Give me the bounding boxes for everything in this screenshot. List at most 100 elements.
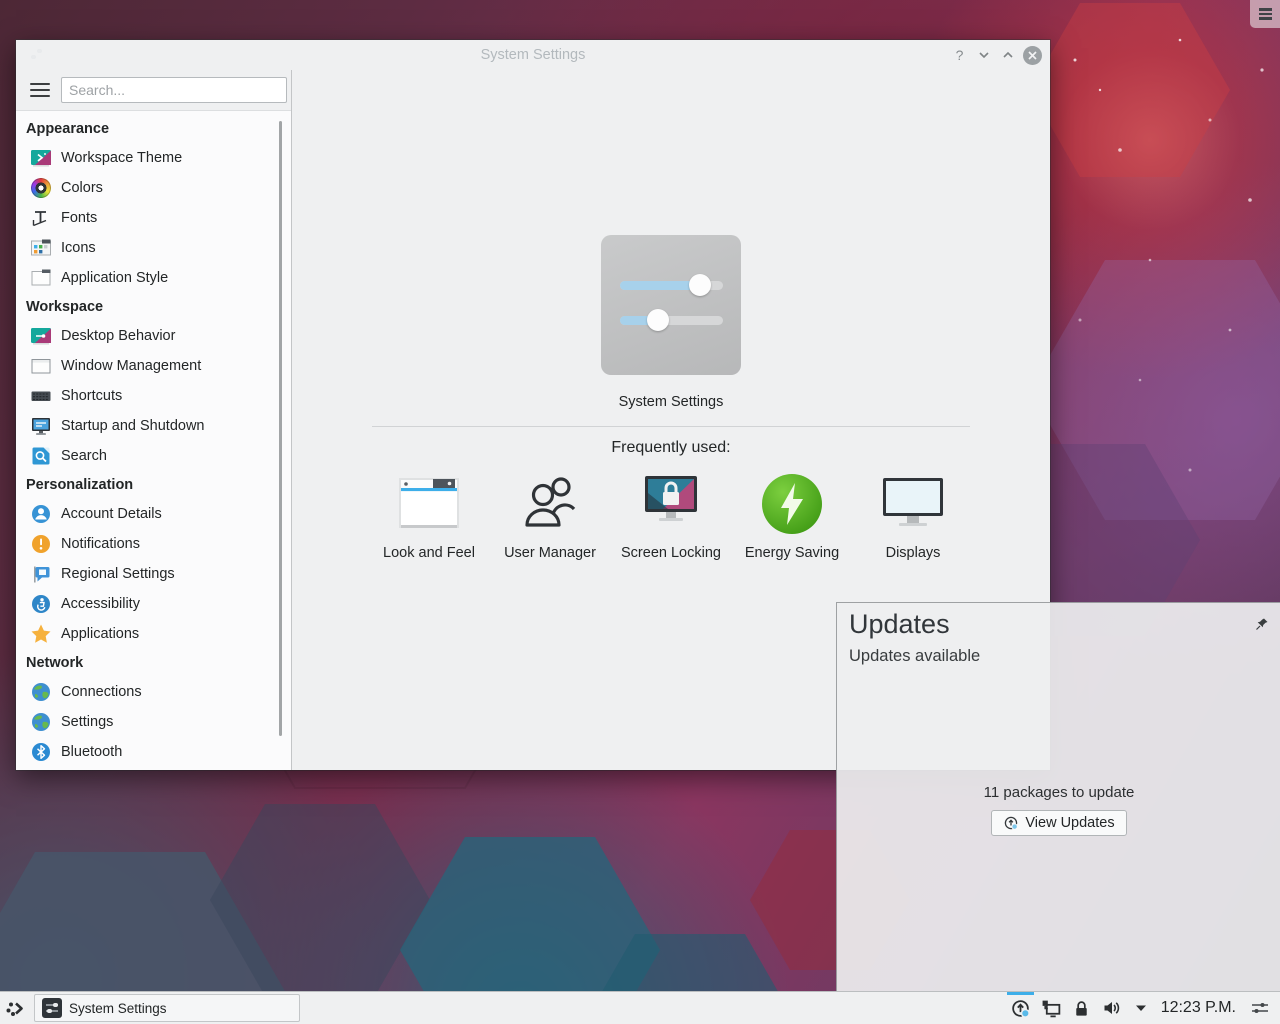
frequent-item-label: User Manager: [504, 545, 596, 561]
sidebar-item-label: Icons: [61, 240, 96, 256]
sidebar-item-fonts[interactable]: Fonts: [16, 203, 291, 233]
regional-settings-icon: [30, 563, 52, 585]
sidebar-item-window-management[interactable]: Window Management: [16, 351, 291, 381]
sidebar-item-label: Application Style: [61, 270, 168, 286]
view-updates-button[interactable]: View Updates: [991, 810, 1126, 836]
sidebar-scrollbar[interactable]: [279, 121, 283, 736]
sidebar-item-shortcuts[interactable]: Shortcuts: [16, 381, 291, 411]
system-settings-icon: [42, 998, 62, 1018]
sidebar-item-regional-settings[interactable]: Regional Settings: [16, 559, 291, 589]
chevron-down-icon: [977, 48, 991, 62]
sidebar-item-connections[interactable]: Connections: [16, 677, 291, 707]
sidebar-item-label: Notifications: [61, 536, 140, 552]
shortcuts-icon: [30, 385, 52, 407]
tray-expand-button[interactable]: [1128, 992, 1154, 1024]
sidebar-item-network-settings[interactable]: Settings: [16, 707, 291, 737]
startup-shutdown-icon: [30, 415, 52, 437]
task-label: System Settings: [69, 1001, 167, 1016]
minimize-button[interactable]: [975, 47, 992, 64]
sidebar-item-workspace-theme[interactable]: Workspace Theme: [16, 143, 291, 173]
sidebar-item-label: Shortcuts: [61, 388, 122, 404]
frequent-item-displays[interactable]: Displays: [853, 472, 974, 561]
tray-software-updates-button[interactable]: [1005, 992, 1036, 1024]
applications-icon: [30, 623, 52, 645]
frequent-item-look-and-feel[interactable]: Look and Feel: [369, 472, 490, 561]
chevron-down-icon: [1133, 1000, 1149, 1016]
tray-lock-button[interactable]: [1067, 992, 1096, 1024]
close-button[interactable]: [1023, 46, 1042, 65]
screen-locking-icon: [639, 472, 703, 536]
tray-network-button[interactable]: [1036, 992, 1067, 1024]
application-launcher-icon: [3, 996, 27, 1020]
sidebar-item-account-details[interactable]: Account Details: [16, 499, 291, 529]
colors-icon: [30, 177, 52, 199]
sidebar-item-bluetooth[interactable]: Bluetooth: [16, 737, 291, 767]
clock[interactable]: 12:23 P.M.: [1161, 999, 1236, 1017]
pin-button[interactable]: [1255, 617, 1269, 631]
chevron-up-icon: [1001, 48, 1015, 62]
app-icon-label: System Settings: [619, 394, 724, 410]
sidebar-item-notifications[interactable]: Notifications: [16, 529, 291, 559]
panel-settings-button[interactable]: [1245, 992, 1275, 1024]
globe-icon: [30, 681, 52, 703]
look-and-feel-icon: [397, 472, 461, 536]
task-button-system-settings[interactable]: System Settings: [34, 994, 300, 1022]
sidebar-item-accessibility[interactable]: Accessibility: [16, 589, 291, 619]
application-launcher-button[interactable]: [0, 992, 30, 1024]
software-updates-icon: [1010, 998, 1031, 1019]
notifications-icon: [30, 533, 52, 555]
sidebar-item-label: Search: [61, 448, 107, 464]
section-header: Personalization: [16, 471, 291, 499]
window-management-icon: [30, 355, 52, 377]
menu-hamburger-icon[interactable]: [30, 83, 50, 98]
sidebar-item-label: Regional Settings: [61, 566, 175, 582]
sidebar-item-colors[interactable]: Colors: [16, 173, 291, 203]
sidebar-item-applications[interactable]: Applications: [16, 619, 291, 649]
maximize-button[interactable]: [999, 47, 1016, 64]
network-icon: [1041, 998, 1062, 1019]
sidebar-toolbar: [16, 70, 291, 111]
sidebar-item-label: Startup and Shutdown: [61, 418, 205, 434]
close-icon: [1027, 50, 1038, 61]
sidebar-item-search[interactable]: Search: [16, 441, 291, 471]
sidebar-item-label: Colors: [61, 180, 103, 196]
search-icon: [30, 445, 52, 467]
content-divider: [372, 426, 970, 427]
sidebar-item-label: Settings: [61, 714, 113, 730]
window-title: System Settings: [16, 40, 1050, 70]
packages-summary: 11 packages to update: [837, 784, 1280, 801]
sidebar-item-desktop-behavior[interactable]: Desktop Behavior: [16, 321, 291, 351]
help-button[interactable]: ?: [951, 47, 968, 64]
taskbar: System Settings 12:23 P.M.: [0, 991, 1280, 1024]
pin-icon: [1255, 617, 1269, 631]
system-settings-large-icon: [601, 235, 741, 375]
frequent-item-user-manager[interactable]: User Manager: [490, 472, 611, 561]
frequent-item-label: Screen Locking: [621, 545, 721, 561]
desktop-behavior-icon: [30, 325, 52, 347]
workspace-theme-icon: [30, 147, 52, 169]
sidebar-item-application-style[interactable]: Application Style: [16, 263, 291, 293]
software-updates-icon: [1003, 815, 1019, 831]
panel-settings-icon: [1250, 998, 1270, 1018]
frequent-item-label: Displays: [886, 545, 941, 561]
sidebar-item-label: Accessibility: [61, 596, 140, 612]
frequent-item-screen-locking[interactable]: Screen Locking: [611, 472, 732, 561]
sidebar-item-label: Fonts: [61, 210, 97, 226]
search-input[interactable]: [61, 77, 287, 103]
sidebar-item-icons[interactable]: Icons: [16, 233, 291, 263]
window-titlebar[interactable]: System Settings ?: [16, 40, 1050, 70]
user-manager-icon: [518, 472, 582, 536]
updates-popup: Updates Updates available 11 packages to…: [836, 602, 1280, 991]
frequently-used-row: Look and Feel User Manager Screen Lockin…: [369, 472, 974, 561]
desktop-toolbox-button[interactable]: [1250, 0, 1280, 28]
sidebar-item-label: Connections: [61, 684, 142, 700]
tray-volume-button[interactable]: [1096, 992, 1128, 1024]
displays-icon: [881, 472, 945, 536]
sidebar-category-list[interactable]: Appearance Workspace Theme Colors Fonts: [16, 111, 291, 770]
system-tray: 12:23 P.M.: [1005, 992, 1280, 1024]
section-header: Network: [16, 649, 291, 677]
frequent-item-energy-saving[interactable]: Energy Saving: [732, 472, 853, 561]
sidebar-item-label: Applications: [61, 626, 139, 642]
view-updates-label: View Updates: [1025, 815, 1114, 831]
sidebar-item-startup-shutdown[interactable]: Startup and Shutdown: [16, 411, 291, 441]
